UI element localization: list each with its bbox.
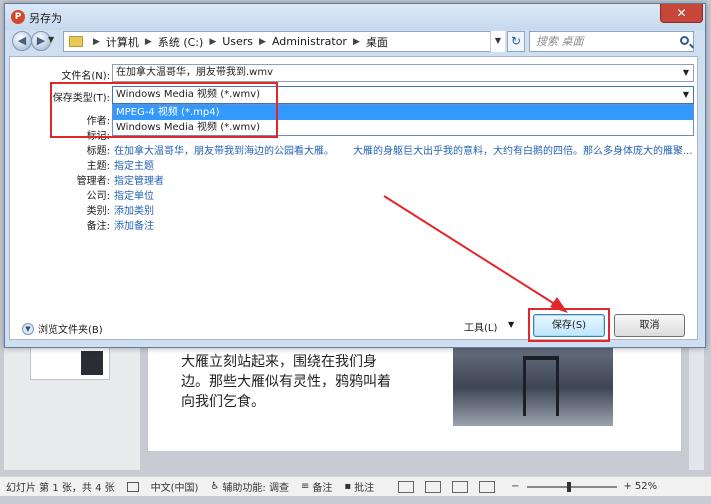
notes-label: 备注 [312,483,333,494]
chevron-right-icon[interactable]: ▶ [209,37,216,47]
tools-menu[interactable]: 工具(L) [464,319,497,334]
language-indicator[interactable]: 中文(中国) [145,479,205,494]
filename-field[interactable]: 在加拿大温哥华，朋友带我到.wmv ▼ [112,64,694,82]
chevron-right-icon[interactable]: ▶ [353,37,360,47]
chevron-right-icon[interactable]: ▶ [93,37,100,47]
title-value[interactable]: 在加拿大温哥华，朋友带我到海边的公园看大雁。 [114,142,334,157]
annotation-box-save [528,308,610,342]
address-dropdown-icon[interactable]: ▼ [490,31,505,52]
chevron-right-icon[interactable]: ▶ [259,37,266,47]
crumb-desktop[interactable]: 桌面 [366,34,388,50]
thumbnail-image [81,351,103,375]
zoom-control: − + 52% [505,481,663,492]
zoom-slider-thumb[interactable] [566,481,571,492]
zoom-level[interactable]: 52% [635,481,657,492]
accessibility-icon: ♿ [210,481,220,492]
close-button[interactable]: ✕ [660,4,703,23]
history-dropdown-icon[interactable]: ▼ [48,35,58,47]
powerpoint-app-icon: P [11,10,25,24]
zoom-out-button[interactable]: − [511,481,519,492]
manager-label: 管理者: [76,176,110,187]
slideshow-button[interactable] [479,480,496,493]
spellcheck-icon[interactable] [121,481,145,492]
zoom-in-button[interactable]: + [624,481,632,492]
address-bar[interactable]: ▶ 计算机 ▶ 系统 (C:) ▶ Users ▶ Administrator ▶ 桌面 [63,31,505,52]
tools-dropdown-icon[interactable]: ▼ [508,320,514,329]
notes-button[interactable]: ≡ 备注 [295,479,338,494]
accessibility-label: 辅助功能: 调查 [222,483,289,494]
sorter-view-button[interactable] [425,480,442,493]
browse-folders-toggle[interactable]: ▼ 浏览文件夹(B) [22,321,103,336]
slide-counter: 幻灯片 第 1 张，共 4 张 [6,483,115,494]
chevron-down-icon[interactable]: ▼ [679,87,693,103]
crumb-users[interactable]: Users [222,35,253,48]
reading-view-button[interactable] [452,480,469,493]
folder-icon [69,36,83,47]
search-icon[interactable] [680,36,689,45]
filename-value: 在加拿大温哥华，朋友带我到.wmv [116,67,274,78]
comment-icon: ▪ [344,481,352,492]
dialog-title: 另存为 [29,12,62,25]
notes-icon: ≡ [300,481,310,492]
normal-view-button[interactable] [398,480,415,493]
chair-image [523,356,559,416]
search-input[interactable]: 搜索 桌面 [529,31,694,52]
company-value[interactable]: 指定单位 [114,187,154,202]
category-label: 类别: [86,206,110,217]
chevron-down-icon: ▼ [22,322,34,335]
refresh-icon[interactable]: ↻ [507,31,525,52]
crumb-system-drive[interactable]: 系统 (C:) [158,34,203,50]
title-label: 标题: [86,146,110,157]
subject-label: 主题: [86,161,110,172]
view-buttons [388,480,505,493]
comment-value[interactable]: 大雁的身躯巨大出乎我的意料，大约有白鹅的四倍。那么多身体庞大的雁聚... [353,142,693,157]
status-bar: 幻灯片 第 1 张，共 4 张 中文(中国) ♿ 辅助功能: 调查 ≡ 备注 ▪ 批注… [0,476,711,496]
vertical-scrollbar[interactable] [688,340,704,470]
filename-label: 文件名(N): [61,71,110,82]
notes-value[interactable]: 添加备注 [114,217,154,232]
comments-button[interactable]: ▪ 批注 [338,479,380,494]
browse-folders-label: 浏览文件夹(B) [38,325,103,336]
category-value[interactable]: 添加类别 [114,202,154,217]
crumb-administrator[interactable]: Administrator [272,35,347,48]
dialog-titlebar[interactable]: P 另存为 ✕ [5,4,705,30]
notes-label: 备注: [86,221,110,232]
crumb-computer[interactable]: 计算机 [106,34,139,50]
company-label: 公司: [86,191,110,202]
subject-value[interactable]: 指定主题 [114,157,154,172]
cancel-button[interactable]: 取消 [614,314,685,337]
comments-label: 批注 [354,483,375,494]
chevron-down-icon[interactable]: ▼ [679,65,693,81]
chevron-right-icon[interactable]: ▶ [145,37,152,47]
slide-body-text[interactable]: 大雁立刻站起来，围绕在我们身边。那些大雁似有灵性，鸦鸦叫着向我们乞食。 [181,352,401,412]
slide-photo[interactable] [453,340,613,426]
back-arrow-icon[interactable]: ◀ [12,31,32,51]
accessibility-status[interactable]: ♿ 辅助功能: 调查 [204,479,295,494]
manager-value[interactable]: 指定管理者 [114,172,164,187]
zoom-slider[interactable] [526,481,617,492]
slide-thumbnail[interactable] [30,346,110,380]
annotation-box-filetype [50,82,278,138]
